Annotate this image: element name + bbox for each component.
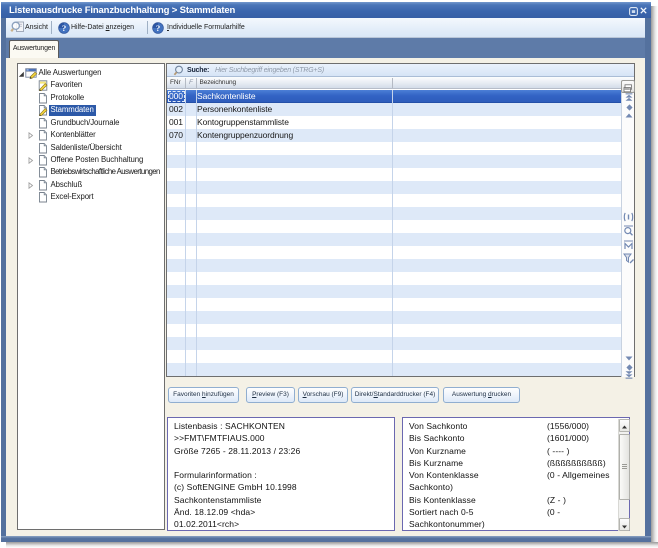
svg-text:?: ?: [62, 23, 66, 33]
svg-text:?: ?: [156, 23, 160, 33]
